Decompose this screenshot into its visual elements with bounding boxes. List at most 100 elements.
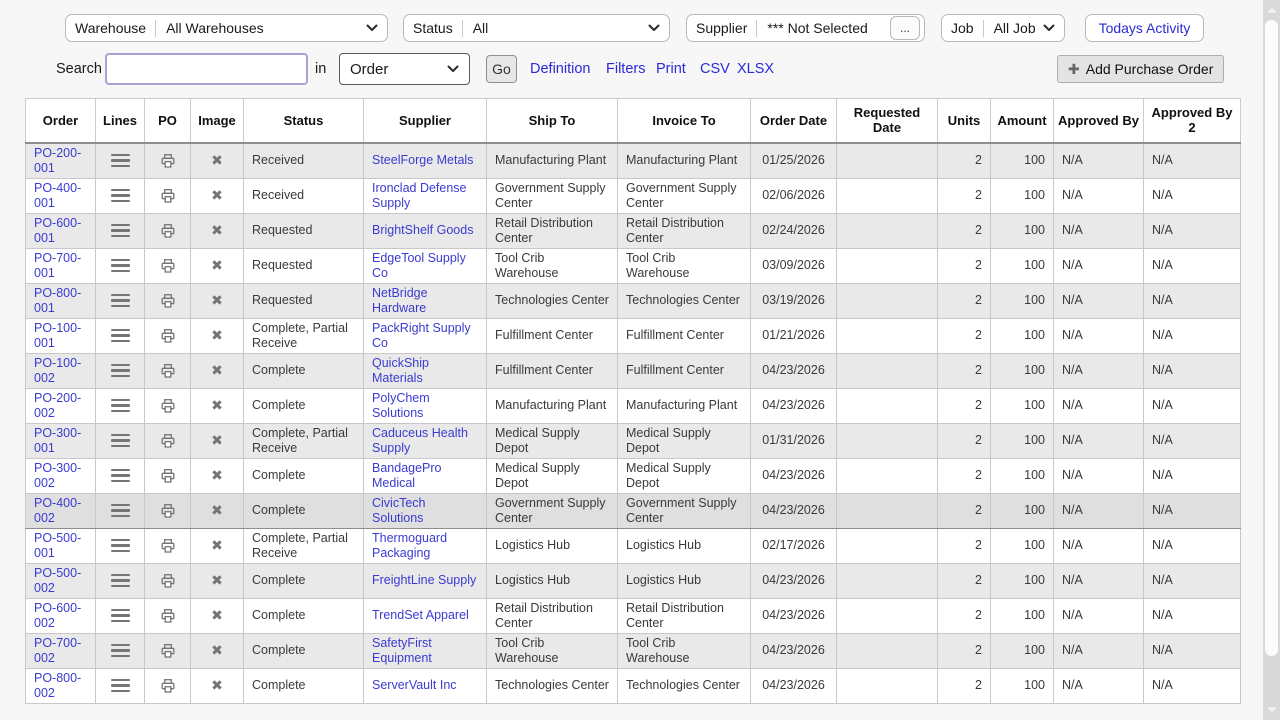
lines-icon[interactable] <box>111 469 130 483</box>
x-icon[interactable]: ✖ <box>211 642 223 658</box>
status-select[interactable]: Status All <box>403 14 670 42</box>
supplier-link[interactable]: SteelForge Metals <box>372 153 473 167</box>
supplier-link[interactable]: FreightLine Supply <box>372 573 476 587</box>
supplier-link[interactable]: CivicTech Solutions <box>372 496 426 525</box>
supplier-link[interactable]: TrendSet Apparel <box>372 608 469 622</box>
supplier-link[interactable]: EdgeTool Supply Co <box>372 251 466 280</box>
scroll-down-icon[interactable] <box>1267 707 1277 713</box>
xlsx-link[interactable]: XLSX <box>737 53 774 85</box>
search-field-select[interactable]: Order <box>339 53 470 85</box>
lines-icon[interactable] <box>111 154 130 168</box>
printer-icon[interactable] <box>160 538 176 554</box>
supplier-link[interactable]: ServerVault Inc <box>372 678 457 692</box>
order-link[interactable]: PO-400-002 <box>34 496 81 525</box>
printer-icon[interactable] <box>160 328 176 344</box>
x-icon[interactable]: ✖ <box>211 292 223 308</box>
printer-icon[interactable] <box>160 573 176 589</box>
order-link[interactable]: PO-100-002 <box>34 356 81 385</box>
x-icon[interactable]: ✖ <box>211 187 223 203</box>
order-link[interactable]: PO-800-002 <box>34 671 81 700</box>
csv-link[interactable]: CSV <box>700 53 730 85</box>
scroll-up-icon[interactable] <box>1267 7 1277 13</box>
approved-by-cell: N/A <box>1054 283 1144 318</box>
search-input[interactable] <box>105 53 308 85</box>
go-button[interactable]: Go <box>486 55 517 83</box>
lines-icon[interactable] <box>111 434 130 448</box>
x-icon[interactable]: ✖ <box>211 467 223 483</box>
job-select[interactable]: Job All Jobs <box>941 14 1065 42</box>
x-icon[interactable]: ✖ <box>211 537 223 553</box>
supplier-link[interactable]: BandagePro Medical <box>372 461 442 490</box>
lines-icon[interactable] <box>111 679 130 693</box>
x-icon[interactable]: ✖ <box>211 257 223 273</box>
x-icon[interactable]: ✖ <box>211 607 223 623</box>
supplier-link[interactable]: Caduceus Health Supply <box>372 426 468 455</box>
supplier-field[interactable]: Supplier *** Not Selected ... <box>686 14 925 42</box>
lines-icon[interactable] <box>111 399 130 413</box>
lines-icon[interactable] <box>111 189 130 203</box>
add-purchase-order-button[interactable]: ✚ Add Purchase Order <box>1057 55 1224 83</box>
printer-icon[interactable] <box>160 153 176 169</box>
order-link[interactable]: PO-500-001 <box>34 531 81 560</box>
x-icon[interactable]: ✖ <box>211 397 223 413</box>
printer-icon[interactable] <box>160 223 176 239</box>
lines-icon[interactable] <box>111 609 130 623</box>
lines-icon[interactable] <box>111 294 130 308</box>
lines-icon[interactable] <box>111 504 130 518</box>
order-link[interactable]: PO-800-001 <box>34 286 81 315</box>
supplier-link[interactable]: NetBridge Hardware <box>372 286 428 315</box>
printer-icon[interactable] <box>160 293 176 309</box>
printer-icon[interactable] <box>160 433 176 449</box>
order-link[interactable]: PO-200-001 <box>34 146 81 175</box>
vertical-scrollbar[interactable] <box>1263 0 1280 720</box>
printer-icon[interactable] <box>160 468 176 484</box>
printer-icon[interactable] <box>160 258 176 274</box>
order-link[interactable]: PO-300-002 <box>34 461 81 490</box>
supplier-link[interactable]: QuickShip Materials <box>372 356 429 385</box>
order-link[interactable]: PO-200-002 <box>34 391 81 420</box>
lines-icon[interactable] <box>111 644 130 658</box>
supplier-link[interactable]: PackRight Supply Co <box>372 321 471 350</box>
supplier-link[interactable]: PolyChem Solutions <box>372 391 430 420</box>
scrollbar-thumb[interactable] <box>1265 20 1278 656</box>
printer-icon[interactable] <box>160 678 176 694</box>
order-link[interactable]: PO-600-002 <box>34 601 81 630</box>
order-link[interactable]: PO-500-002 <box>34 566 81 595</box>
supplier-link[interactable]: BrightShelf Goods <box>372 223 473 237</box>
lines-icon[interactable] <box>111 259 130 273</box>
filters-link[interactable]: Filters <box>606 53 645 85</box>
x-icon[interactable]: ✖ <box>211 572 223 588</box>
order-link[interactable]: PO-400-001 <box>34 181 81 210</box>
x-icon[interactable]: ✖ <box>211 327 223 343</box>
x-icon[interactable]: ✖ <box>211 677 223 693</box>
warehouse-select[interactable]: Warehouse All Warehouses <box>65 14 388 42</box>
todays-activity-button[interactable]: Todays Activity <box>1085 14 1204 42</box>
lines-icon[interactable] <box>111 329 130 343</box>
print-link[interactable]: Print <box>656 53 686 85</box>
order-link[interactable]: PO-600-001 <box>34 216 81 245</box>
x-icon[interactable]: ✖ <box>211 362 223 378</box>
supplier-browse-button[interactable]: ... <box>890 16 920 40</box>
supplier-link[interactable]: Thermoguard Packaging <box>372 531 447 560</box>
lines-icon[interactable] <box>111 539 130 553</box>
printer-icon[interactable] <box>160 363 176 379</box>
lines-icon[interactable] <box>111 364 130 378</box>
x-icon[interactable]: ✖ <box>211 502 223 518</box>
order-link[interactable]: PO-700-002 <box>34 636 81 665</box>
lines-icon[interactable] <box>111 224 130 238</box>
x-icon[interactable]: ✖ <box>211 152 223 168</box>
order-link[interactable]: PO-700-001 <box>34 251 81 280</box>
x-icon[interactable]: ✖ <box>211 432 223 448</box>
x-icon[interactable]: ✖ <box>211 222 223 238</box>
supplier-link[interactable]: SafetyFirst Equipment <box>372 636 432 665</box>
order-link[interactable]: PO-300-001 <box>34 426 81 455</box>
order-link[interactable]: PO-100-001 <box>34 321 81 350</box>
printer-icon[interactable] <box>160 503 176 519</box>
lines-icon[interactable] <box>111 574 130 588</box>
supplier-link[interactable]: Ironclad Defense Supply <box>372 181 467 210</box>
printer-icon[interactable] <box>160 398 176 414</box>
printer-icon[interactable] <box>160 608 176 624</box>
printer-icon[interactable] <box>160 188 176 204</box>
definition-link[interactable]: Definition <box>530 53 590 85</box>
printer-icon[interactable] <box>160 643 176 659</box>
